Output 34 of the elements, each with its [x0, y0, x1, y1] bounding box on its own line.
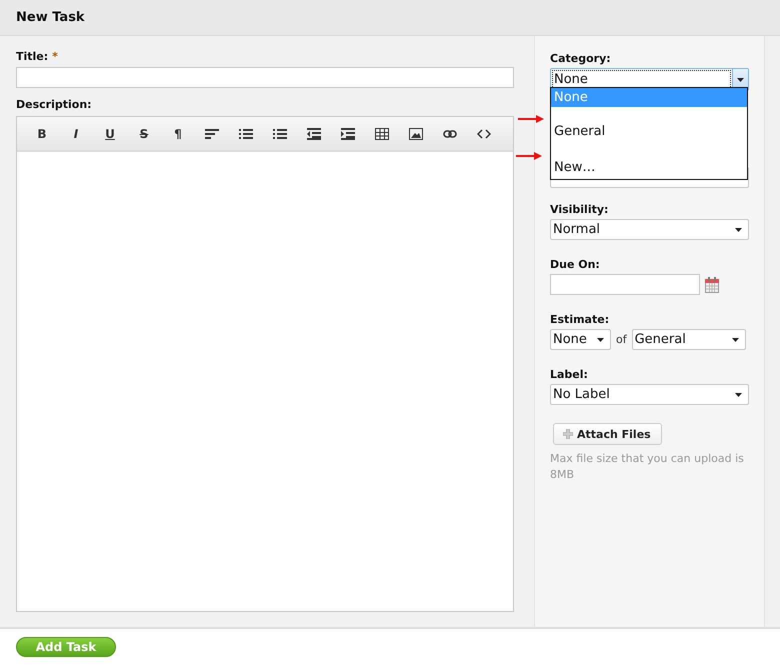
field-label: Title:	[16, 50, 48, 63]
field-label: Category:	[550, 52, 612, 65]
caret-icon	[737, 78, 744, 82]
dropdown-option[interactable]: New…	[551, 143, 747, 179]
field-label: Estimate:	[550, 313, 610, 326]
label-select[interactable]: No Label	[550, 384, 749, 405]
separator-text: of	[616, 333, 627, 346]
upload-hint: Max file size that you can upload is 8MB	[550, 451, 745, 483]
plus-icon	[563, 429, 573, 439]
caret-icon	[597, 338, 604, 342]
field-label: Label:	[550, 368, 589, 381]
unit-select[interactable]: General	[632, 329, 746, 350]
dropdown-option[interactable]: General	[551, 107, 747, 143]
date-field[interactable]	[550, 274, 700, 295]
visibility-select[interactable]: Normal	[550, 219, 749, 240]
underline-button[interactable]: U	[93, 122, 127, 146]
arrow-icon	[516, 152, 542, 160]
attach-files-button[interactable]: Attach Files	[553, 423, 662, 445]
window-title: New Task	[16, 10, 85, 25]
title-field[interactable]	[16, 67, 514, 88]
italic-button[interactable]: I	[59, 122, 93, 146]
field-label: Due On:	[550, 258, 601, 271]
calendar-icon[interactable]	[705, 276, 719, 292]
paragraph-button[interactable]: ¶	[161, 122, 195, 146]
strike-button[interactable]: S	[127, 122, 161, 146]
caret-icon	[735, 228, 742, 232]
arrow-icon	[518, 115, 544, 123]
caret-icon	[732, 338, 739, 342]
bold-button[interactable]: B	[25, 122, 59, 146]
caret-icon	[735, 392, 742, 396]
field-label: Visibility:	[550, 203, 610, 216]
estimate-select[interactable]: None	[550, 329, 611, 350]
field-label: Description:	[16, 98, 93, 111]
required-mark: *	[52, 50, 58, 63]
